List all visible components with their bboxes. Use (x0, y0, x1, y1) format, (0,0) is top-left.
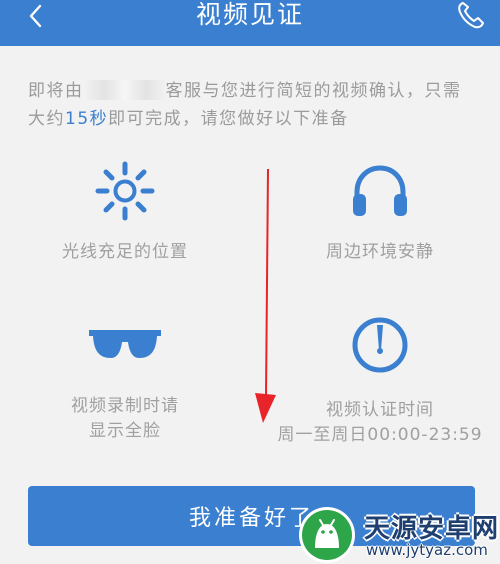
blurred-name (83, 80, 166, 100)
watermark-logo-icon (299, 507, 355, 563)
watermark: 天源安卓网 www.jytyaz.com (298, 506, 500, 564)
headphones-icon (353, 165, 407, 216)
feature-face-line1: 视频录制时请 (71, 396, 179, 416)
clock-icon (352, 317, 408, 373)
watermark-url: www.jytyaz.com (366, 541, 488, 559)
feature-light: 光线充足的位置 (35, 160, 215, 265)
feature-quiet: 周边环境安静 (290, 160, 470, 265)
feature-time: 视频认证时间 周一至周日00:00-23:59 (270, 314, 490, 448)
intro-text: 即将由 客服与您进行简短的视频确认，只需大约15秒即可完成，请您做好以下准备 (28, 77, 478, 133)
page-title: 视频见证 (195, 0, 304, 29)
intro-part3: 即可完成，请您做好以下准备 (108, 109, 349, 129)
feature-face-line2: 显示全脸 (89, 421, 161, 441)
intro-duration: 15秒 (65, 109, 109, 129)
down-arrow-icon (255, 169, 276, 423)
sunglasses-icon (89, 330, 161, 358)
feature-face: 视频录制时请 显示全脸 (35, 322, 215, 444)
sun-icon (95, 161, 155, 221)
header-bar: 视频见证 (0, 0, 500, 46)
phone-icon[interactable] (455, 0, 485, 30)
watermark-title: 天源安卓网 (364, 514, 500, 544)
feature-time-line1: 视频认证时间 (326, 400, 434, 420)
feature-light-label: 光线充足的位置 (62, 242, 188, 262)
feature-time-line2: 周一至周日00:00-23:59 (277, 425, 483, 445)
feature-quiet-label: 周边环境安静 (326, 242, 434, 262)
intro-part1: 即将由 (28, 81, 84, 101)
